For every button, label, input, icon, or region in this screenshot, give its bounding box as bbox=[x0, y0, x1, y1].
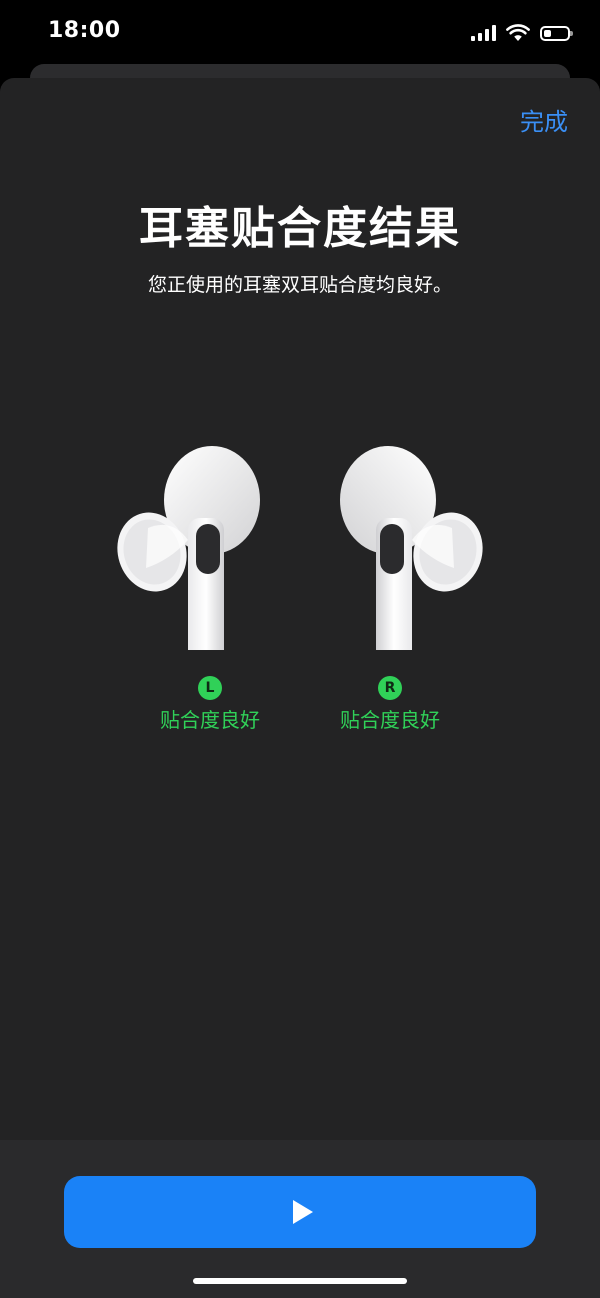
home-indicator[interactable] bbox=[193, 1278, 407, 1284]
status-icons bbox=[471, 20, 573, 46]
battery-nub bbox=[570, 30, 573, 36]
play-button[interactable] bbox=[64, 1176, 536, 1248]
done-button[interactable]: 完成 bbox=[520, 102, 568, 137]
bottom-bar bbox=[0, 1140, 600, 1298]
play-icon bbox=[293, 1200, 313, 1224]
right-fit-label: 贴合度良好 bbox=[340, 708, 440, 732]
right-fit-result: R 贴合度良好 bbox=[310, 676, 470, 733]
page-subtitle: 您正使用的耳塞双耳贴合度均良好。 bbox=[147, 274, 452, 296]
fit-test-sheet: 完成 耳塞贴合度结果 您正使用的耳塞双耳贴合度均良好。 L 贴合度良好 R 贴合… bbox=[0, 78, 600, 1298]
battery-fill bbox=[544, 29, 551, 37]
battery-icon bbox=[540, 25, 573, 41]
left-side-badge: L bbox=[198, 676, 222, 700]
wifi-icon bbox=[506, 24, 530, 41]
cellular-signal-icon bbox=[471, 25, 496, 41]
page-title: 耳塞贴合度结果 bbox=[139, 203, 461, 254]
status-bar: 18:00 bbox=[0, 0, 600, 64]
right-earbud-image bbox=[340, 446, 483, 650]
right-side-badge: R bbox=[378, 676, 402, 700]
left-earbud-image bbox=[117, 446, 260, 650]
left-fit-label: 贴合度良好 bbox=[160, 708, 260, 732]
status-time: 18:00 bbox=[48, 18, 121, 43]
left-fit-result: L 贴合度良好 bbox=[130, 676, 290, 733]
screen: 18:00 完成 耳塞贴合度结果 您正使用的耳塞双耳贴合度均良好。 L 贴合度良… bbox=[0, 0, 600, 1298]
